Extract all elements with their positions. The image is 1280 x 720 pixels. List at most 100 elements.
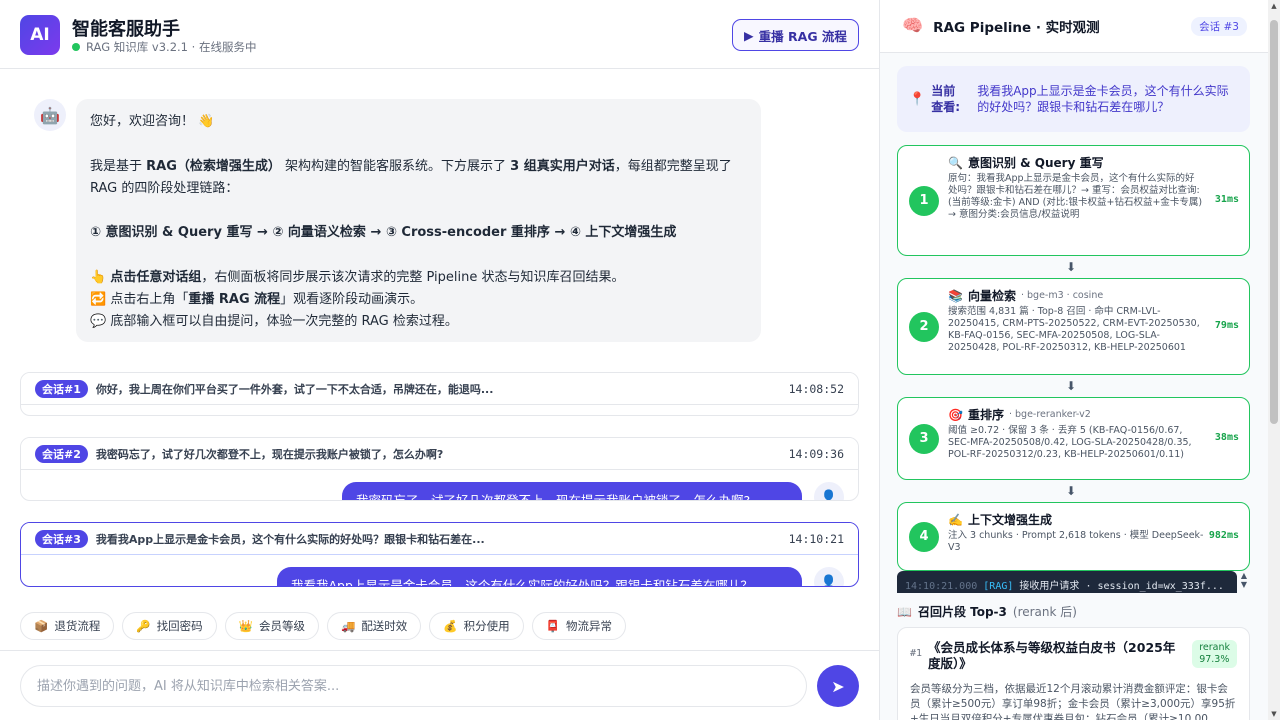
user-message-bubble: 我密码忘了，试了好几次都登不上，现在提示我账户被锁了，怎么办啊? <box>342 482 802 500</box>
log-terminal[interactable]: 14:10:21.000 [RAG] 接收用户请求 · session_id=w… <box>897 571 1237 593</box>
rerank-score: 97.3% <box>1199 654 1230 665</box>
down-arrow-icon: ⬇ <box>1066 379 1077 393</box>
tip2-pre: 点击右上角「 <box>110 292 189 307</box>
tip2-bold: 重播 RAG 流程 <box>188 292 281 307</box>
chip-membership[interactable]: 👑 会员等级 <box>224 612 319 640</box>
down-arrow-icon: ⬇ <box>1066 484 1077 498</box>
stage-title: 📚 向量检索 · bge-m3 · cosine <box>948 287 1239 304</box>
pin-icon: 📍 <box>909 91 926 107</box>
tip3-text: 底部输入框可以自由提问，体验一次完整的 RAG 检索过程。 <box>110 314 458 329</box>
session-badge: 会话#2 <box>35 444 88 463</box>
stage-card-4[interactable]: 4 ✍️ 上下文增强生成 注入 3 chunks · Prompt 2,618 t… <box>897 502 1250 571</box>
session-header[interactable]: 会话#2 我密码忘了，试了好几次都登不上，现在提示我账户被锁了，怎么办啊? 14… <box>21 438 858 470</box>
page-scrollbar[interactable]: ▲ ▼ <box>1268 0 1280 720</box>
session-header[interactable]: 会话#1 你好，我上周在你们平台买了一件外套，试了一下不太合适，吊牌还在，能退吗… <box>21 373 858 405</box>
tip1-bold: 点击任意对话组 <box>110 270 202 285</box>
send-button[interactable]: ➤ <box>817 665 859 707</box>
tip2-post: 」观看逐阶段动画演示。 <box>280 292 424 307</box>
intro-pre: 我是基于 <box>90 159 147 174</box>
stage-card-3[interactable]: 3 🎯 重排序 · bge-reranker-v2 阈值 ≥0.72 · 保留 3 … <box>897 397 1250 480</box>
scroll-up-icon[interactable]: ▲ <box>1268 0 1280 12</box>
replay-rag-button[interactable]: ▶ 重播 RAG 流程 <box>732 19 859 51</box>
stage-meta: · bge-reranker-v2 <box>1008 409 1091 420</box>
panel-title: RAG Pipeline · 实时观测 <box>933 20 1100 36</box>
question-input[interactable] <box>20 665 807 707</box>
chip-password[interactable]: 🔑 找回密码 <box>122 612 217 640</box>
chip-points[interactable]: 💰 积分使用 <box>429 612 524 640</box>
stage-detail: 原句：我看我App上显示是金卡会员，这个有什么实际的好处吗？跟银卡和钻石差在哪儿… <box>948 173 1203 220</box>
stage-title-text: 意图识别 & Query 重写 <box>967 156 1104 170</box>
app-subtitle: RAG 知识库 v3.2.1 · 在线服务中 <box>72 39 256 55</box>
money-bag-icon: 💰 <box>443 619 458 633</box>
current-label: 当前查看: <box>931 84 960 114</box>
stage-title: 🎯 重排序 · bge-reranker-v2 <box>948 406 1239 423</box>
book-icon: 📖 <box>897 604 912 619</box>
chip-delivery[interactable]: 🚚 配送时效 <box>326 612 422 640</box>
quick-topic-chips: 📦 退货流程 🔑 找回密码 👑 会员等级 🚚 配送时效 💰 积分使用 📮 物流异常 <box>20 612 626 640</box>
recall-card-1[interactable]: #1 《会员成长体系与等级权益白皮书（2025年度版）》 rerank 97.3%… <box>897 627 1250 720</box>
rerank-score-badge: rerank 97.3% <box>1192 640 1237 668</box>
send-icon: ➤ <box>831 676 845 696</box>
rerank-label: rerank <box>1199 642 1230 653</box>
recall-header: 📖 召回片段 Top-3 (rerank 后) <box>897 603 1077 620</box>
stage-meta: · bge-m3 · cosine <box>1020 290 1104 301</box>
stage-latency: 79ms <box>1214 319 1239 331</box>
crown-icon: 👑 <box>238 619 253 633</box>
recall-card-header: #1 《会员成长体系与等级权益白皮书（2025年度版）》 rerank 97.3% <box>910 640 1237 672</box>
mailbox-icon: 📮 <box>545 619 560 633</box>
chip-label: 退货流程 <box>54 619 101 633</box>
session-time: 14:08:52 <box>788 381 844 396</box>
tip1-text: ，右侧面板将同步展示该次请求的完整 Pipeline 状态与知识库召回结果。 <box>201 270 625 285</box>
session-group-2[interactable]: 会话#2 我密码忘了，试了好几次都登不上，现在提示我账户被锁了，怎么办啊? 14… <box>20 437 859 501</box>
intro-mid: 架构构建的智能客服系统。下方展示了 <box>280 159 511 174</box>
stage-detail: 注入 3 chunks · Prompt 2,618 tokens · 模型 D… <box>948 530 1204 553</box>
input-bar: ➤ <box>0 650 879 720</box>
recall-doc-snippet: 会员等级分为三档，依据最近12个月滚动累计消费金额评定：银卡会员（累计≥500元… <box>910 683 1236 720</box>
session-badge: 会话#3 <box>35 529 88 548</box>
books-icon: 📚 <box>948 288 963 303</box>
play-icon: ▶ <box>744 27 754 43</box>
user-message-bubble: 我看我App上显示是金卡会员，这个有什么实际的好处吗？跟银卡和钻石差在哪儿？ <box>277 567 802 586</box>
stage-detail: 阈值 ≥0.72 · 保留 3 条 · 丢弃 5 (KB-FAQ-0156/0.… <box>948 425 1192 460</box>
chip-return[interactable]: 📦 退货流程 <box>20 612 115 640</box>
app-title: 智能客服助手 <box>72 19 180 40</box>
pipeline-summary: ① 意图识别 & Query 重写 → ② 向量语义检索 → ③ Cross-e… <box>90 225 677 240</box>
chip-label: 找回密码 <box>156 619 203 633</box>
stage-title: 🔍 意图识别 & Query 重写 <box>948 154 1239 171</box>
bot-avatar-icon: 🤖 <box>34 99 66 131</box>
session-question: 我看我App上显示是金卡会员，这个有什么实际的好处吗？跟银卡和钻石差在... <box>95 532 485 546</box>
scroll-down-icon[interactable]: ▼ <box>1268 708 1280 720</box>
stage-number: 3 <box>909 423 939 454</box>
stage-title: ✍️ 上下文增强生成 <box>948 511 1239 528</box>
recall-rank: #1 <box>910 648 923 659</box>
current-query-card: 📍 当前查看: 我看我App上显示是金卡会员，这个有什么实际的好处吗？跟银卡和钻… <box>897 66 1250 132</box>
session-badge: 会话#1 <box>35 379 88 398</box>
recall-subtitle: (rerank 后) <box>1012 605 1077 619</box>
stage-number: 1 <box>909 185 939 216</box>
chip-logistics[interactable]: 📮 物流异常 <box>531 612 626 640</box>
user-avatar-icon: 👤 <box>814 567 844 586</box>
stage-title-text: 重排序 <box>967 408 1004 422</box>
session-group-1[interactable]: 会话#1 你好，我上周在你们平台买了一件外套，试了一下不太合适，吊牌还在，能退吗… <box>20 372 859 416</box>
intro-bold2: 3 组真实用户对话 <box>510 159 615 174</box>
stage-title-text: 向量检索 <box>967 289 1016 303</box>
pipeline-panel: 🧠 RAG Pipeline · 实时观测 会话 #3 📍 当前查看: 我看我A… <box>879 0 1268 720</box>
stage-card-1[interactable]: 1 🔍 意图识别 & Query 重写 原句：我看我App上显示是金卡会员，这个有… <box>897 145 1250 256</box>
key-icon: 🔑 <box>136 619 151 633</box>
recall-doc-title: 《会员成长体系与等级权益白皮书（2025年度版）》 <box>928 640 1176 671</box>
speech-icon: 💬 <box>90 314 107 329</box>
stage-card-2[interactable]: 2 📚 向量检索 · bge-m3 · cosine 搜索范围 4,831 篇 · … <box>897 278 1250 375</box>
stage-latency: 38ms <box>1214 431 1239 443</box>
session-time: 14:09:36 <box>788 446 844 461</box>
scrollbar-thumb[interactable] <box>1270 20 1278 424</box>
stage-latency: 982ms <box>1208 529 1239 541</box>
replay-label: 重播 RAG 流程 <box>758 28 847 44</box>
panel-session-badge: 会话 #3 <box>1191 16 1247 36</box>
stage-detail: 搜索范围 4,831 篇 · Top-8 召回 · 命中 CRM-LVL-202… <box>948 306 1200 353</box>
log-scroll-arrows-icon[interactable]: ▲ ▼ <box>1238 571 1250 593</box>
point-icon: 👆 <box>90 270 107 285</box>
chat-pane: AI 智能客服助手 RAG 知识库 v3.2.1 · 在线服务中 ▶ 重播 RAG… <box>0 0 879 720</box>
session-header[interactable]: 会话#3 我看我App上显示是金卡会员，这个有什么实际的好处吗？跟银卡和钻石差在… <box>21 523 858 555</box>
truck-icon: 🚚 <box>340 619 356 633</box>
session-group-3[interactable]: 会话#3 我看我App上显示是金卡会员，这个有什么实际的好处吗？跟银卡和钻石差在… <box>20 522 859 587</box>
